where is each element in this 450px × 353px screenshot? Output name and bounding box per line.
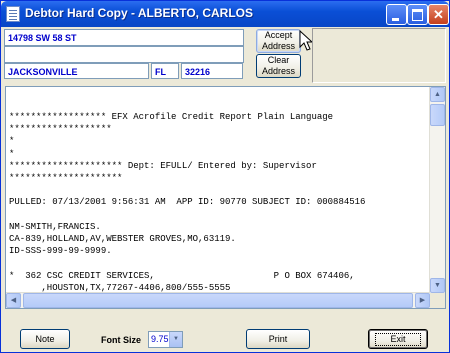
maximize-button[interactable] <box>407 4 428 25</box>
minimize-button[interactable] <box>386 4 407 25</box>
scroll-down-button[interactable]: ▼ <box>430 278 445 293</box>
street-address-field[interactable]: 14798 SW 58 ST <box>4 29 244 46</box>
report-line: ********************* Dept: EFULL/ Enter… <box>9 160 317 171</box>
report-line <box>9 257 434 269</box>
horizontal-scroll-thumb[interactable] <box>23 293 413 308</box>
report-line: ****************** EFX Acrofile Credit R… <box>9 112 334 122</box>
close-button[interactable]: ✕ <box>428 4 449 25</box>
report-line: * <box>9 136 15 147</box>
font-size-label: Font Size <box>101 335 141 345</box>
close-icon: ✕ <box>433 7 444 22</box>
exit-label: Exit <box>375 332 421 346</box>
accept-address-label: Accept Address <box>261 30 296 51</box>
state-field[interactable]: FL <box>151 63 179 79</box>
report-line: ********************* <box>9 173 123 184</box>
scroll-up-button[interactable]: ▲ <box>430 87 445 102</box>
title-bar[interactable]: Debtor Hard Copy - ALBERTO, CARLOS ✕ <box>1 1 449 27</box>
credit-report-text: ****************** EFX Acrofile Credit R… <box>9 111 434 294</box>
exit-button[interactable]: Exit <box>368 329 428 349</box>
address-line2-field[interactable] <box>4 46 244 63</box>
scrollbar-corner <box>430 293 445 308</box>
report-line: * 362 CSC CREDIT SERVICES, P O BOX 67440… <box>9 270 355 281</box>
report-line <box>9 209 434 221</box>
info-panel <box>312 28 446 83</box>
print-button[interactable]: Print <box>246 329 310 349</box>
credit-report-text-area[interactable]: ****************** EFX Acrofile Credit R… <box>5 86 446 309</box>
clear-address-label: Clear Address <box>261 55 296 76</box>
note-button[interactable]: Note <box>20 329 70 349</box>
report-line: CA-839,HOLLAND,AV,WEBSTER GROVES,MO,6311… <box>9 234 236 245</box>
accept-address-button[interactable]: Accept Address <box>256 29 301 53</box>
vertical-scroll-thumb[interactable] <box>430 104 445 126</box>
report-line: ******************* <box>9 124 112 135</box>
vertical-scrollbar[interactable]: ▲ ▼ <box>429 87 445 308</box>
app-document-icon <box>6 6 20 22</box>
report-line: NM-SMITH,FRANCIS. <box>9 221 101 232</box>
report-line: * <box>9 148 15 159</box>
report-line <box>9 184 434 196</box>
horizontal-scrollbar[interactable]: ◀ ▶ <box>6 292 430 308</box>
debtor-hard-copy-window: Debtor Hard Copy - ALBERTO, CARLOS ✕ 147… <box>0 0 450 353</box>
print-label: Print <box>268 333 288 344</box>
window-title: Debtor Hard Copy - ALBERTO, CARLOS <box>25 6 254 20</box>
report-line: PULLED: 07/13/2001 9:56:31 AM APP ID: 90… <box>9 197 366 208</box>
report-line: ID-SSS-999-99-9999. <box>9 246 112 257</box>
note-label: Note <box>35 333 55 344</box>
font-size-select[interactable]: 9.75 ▼ <box>148 331 183 348</box>
mouse-pointer-icon <box>299 30 313 51</box>
font-size-value: 9.75 <box>151 334 169 344</box>
zip-field[interactable]: 32216 <box>181 63 243 79</box>
scroll-right-button[interactable]: ▶ <box>415 293 430 308</box>
clear-address-button[interactable]: Clear Address <box>256 54 301 78</box>
scroll-left-button[interactable]: ◀ <box>6 293 21 308</box>
chevron-down-icon[interactable]: ▼ <box>169 332 182 347</box>
city-field[interactable]: JACKSONVILLE <box>4 63 149 79</box>
